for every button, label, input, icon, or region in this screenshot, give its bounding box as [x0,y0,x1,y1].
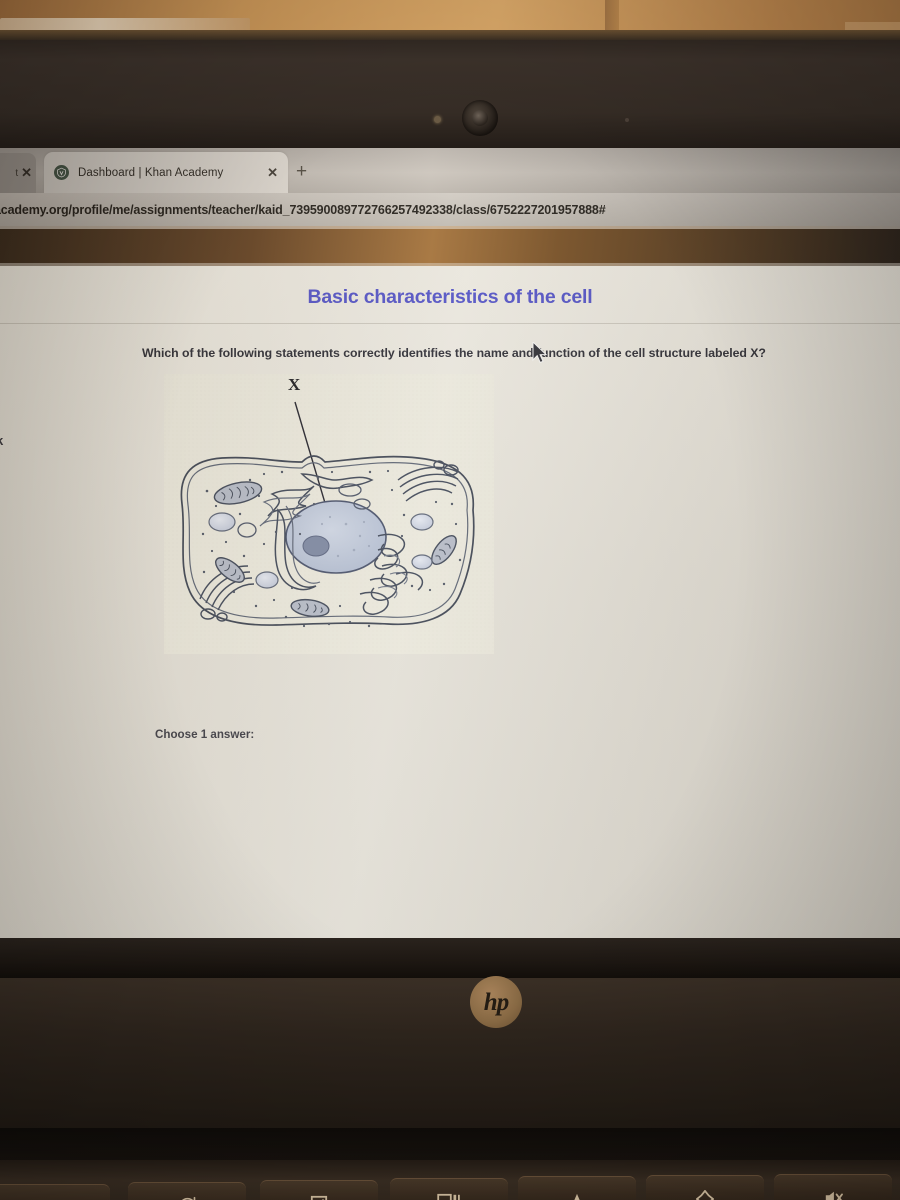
screen-top-bezel [0,30,900,148]
fullscreen-key[interactable] [260,1180,378,1200]
brightness-down-key[interactable] [518,1176,636,1200]
keyboard-function-row [0,1160,900,1200]
mute-key[interactable] [774,1174,892,1200]
animal-cell-diagram: X [164,342,548,654]
forward-key[interactable] [0,1184,110,1200]
khan-academy-leaf-icon [54,165,69,180]
bezel-sensor-dot [625,118,629,122]
question-prompt: Which of the following statements correc… [142,346,766,360]
choose-answer-label: Choose 1 answer: [155,728,255,741]
tab-partial-left[interactable]: t ✕ [0,153,36,193]
sidebar-fragment: k [0,433,3,448]
brightness-up-key[interactable] [646,1175,764,1200]
url-text[interactable]: academy.org/profile/me/assignments/teach… [0,203,606,217]
overview-key[interactable] [390,1178,508,1200]
address-bar[interactable]: academy.org/profile/me/assignments/teach… [0,193,900,226]
new-tab-button[interactable]: + [296,161,307,183]
hp-logo: hp [470,976,522,1028]
khan-academy-exercise-page: Basic characteristics of the cell k Whic… [0,266,900,938]
diagram-label-x: X [288,375,301,394]
screen-reflection-band [0,226,900,266]
reload-key[interactable] [128,1182,246,1200]
laptop: t ✕ Dashboard | Khan Academy ✕ + academy… [0,30,900,1200]
close-icon[interactable]: ✕ [267,165,278,181]
browser-tab-strip: t ✕ Dashboard | Khan Academy ✕ + [0,148,900,193]
deck-shadow [0,1128,900,1164]
close-icon[interactable]: ✕ [21,165,32,181]
screen-bottom-bezel [0,938,900,978]
tab-partial-label: t [15,167,19,179]
tab-title: Dashboard | Khan Academy [78,166,224,179]
tab-dashboard-khan-academy[interactable]: Dashboard | Khan Academy ✕ [44,152,288,193]
webcam-indicator-led [434,116,441,123]
hp-wordmark: hp [483,988,509,1016]
webcam-icon [462,100,498,136]
page-title: Basic characteristics of the cell [307,286,593,308]
laptop-screen: t ✕ Dashboard | Khan Academy ✕ + academy… [0,148,900,938]
